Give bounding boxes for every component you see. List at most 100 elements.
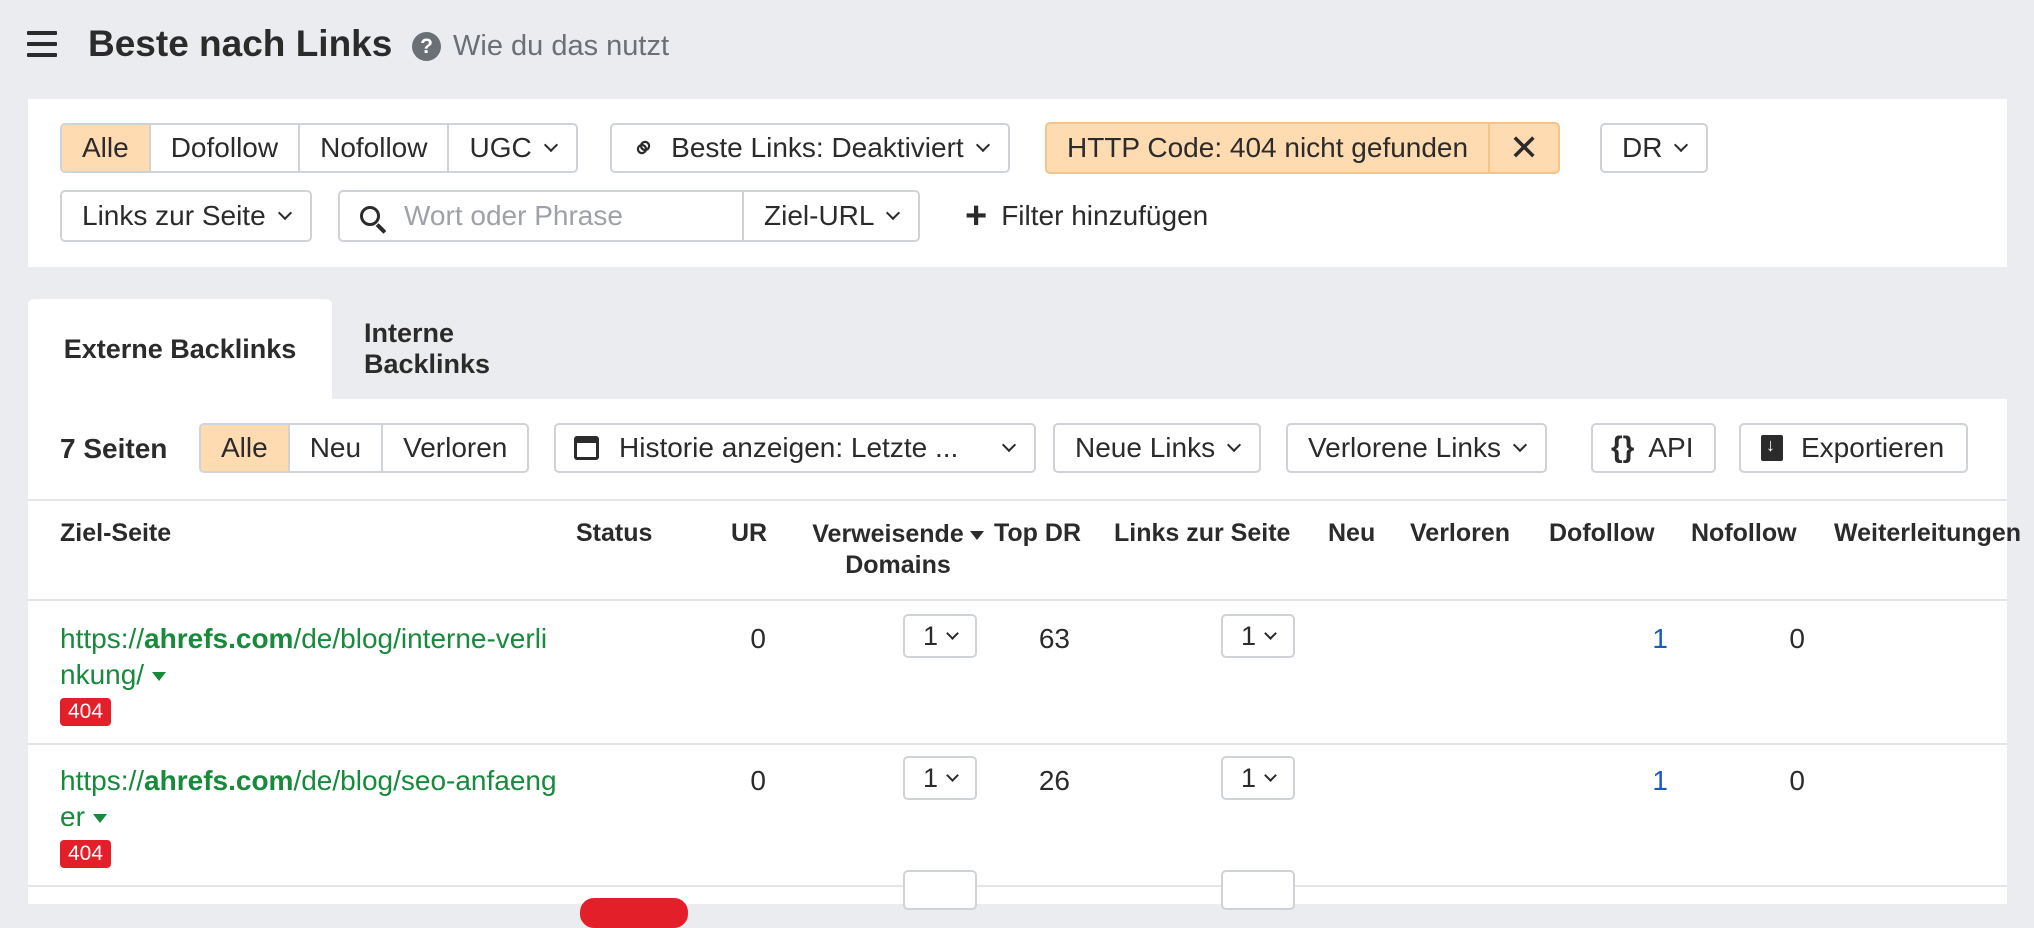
page-title: Beste nach Links	[88, 23, 393, 64]
sort-desc-icon	[969, 530, 984, 540]
links-to-page-dropdown[interactable]: Links zur Seite	[60, 190, 312, 242]
top-dr-value: 26	[1038, 765, 1070, 796]
url-domain: ahrefs.com	[144, 765, 294, 796]
new-links-label: Neue Links	[1075, 432, 1216, 463]
referring-domains-dropdown[interactable]: 1	[903, 614, 977, 658]
export-label: Exportieren	[1801, 432, 1945, 463]
link-type-all[interactable]: Alle	[62, 125, 151, 171]
links-to-page-value: 1	[1240, 620, 1257, 651]
add-filter-button[interactable]: + Filter hinzufügen	[965, 195, 1209, 237]
table-row: https://ahrefs.com/de/blog/seo-anfaenger…	[28, 743, 2007, 887]
caret-down-icon[interactable]	[92, 814, 107, 824]
tab-external-backlinks[interactable]: Externe Backlinks	[28, 299, 332, 399]
http-code-filter: HTTP Code: 404 nicht gefunden ✕	[1045, 122, 1561, 174]
ugc-label: UGC	[469, 132, 532, 163]
dr-label: DR	[1622, 132, 1663, 163]
url-prefix: https://	[60, 623, 145, 654]
scope-all[interactable]: Alle	[201, 425, 290, 471]
help-icon: ?	[412, 32, 441, 61]
top-dr-value: 63	[1038, 623, 1070, 654]
scope-segment: Alle Neu Verloren	[199, 423, 530, 473]
referring-domains-value: 1	[922, 620, 939, 651]
referring-domains-dropdown[interactable]: 1	[903, 756, 977, 800]
new-links-dropdown[interactable]: Neue Links	[1053, 423, 1262, 473]
links-to-page-dropdown[interactable]: 1	[1221, 756, 1295, 800]
chevron-down-icon	[1264, 769, 1277, 782]
chevron-down-icon	[1001, 437, 1017, 452]
col-links-to-page[interactable]: Links zur Seite	[1114, 519, 1290, 548]
results-toolbar: 7 Seiten Alle Neu Verloren Historie anze…	[28, 399, 2007, 501]
lost-links-label: Verlorene Links	[1308, 432, 1502, 463]
plus-icon: +	[965, 195, 988, 237]
help-label: Wie du das nutzt	[453, 30, 669, 62]
link-type-segment: Alle Dofollow Nofollow UGC	[60, 123, 578, 173]
history-label: Historie anzeigen: Letzte ...	[619, 432, 959, 463]
link-type-nofollow[interactable]: Nofollow	[300, 125, 450, 171]
page-header: Beste nach Links ? Wie du das nutzt	[0, 0, 2034, 90]
code-braces-icon: {}	[1611, 431, 1635, 464]
chevron-down-icon	[946, 627, 959, 640]
links-to-page-value: 1	[1240, 762, 1257, 793]
chevron-down-icon	[1264, 627, 1277, 640]
add-filter-label: Filter hinzufügen	[1001, 200, 1209, 231]
col-redirects[interactable]: Weiterleitungen	[1834, 519, 2021, 548]
page-count: 7 Seiten	[60, 433, 168, 464]
help-link[interactable]: ? Wie du das nutzt	[412, 30, 669, 63]
export-button[interactable]: Exportieren	[1739, 423, 1969, 473]
chevron-down-icon	[1512, 437, 1528, 452]
col-top-dr[interactable]: Top DR	[994, 519, 1081, 548]
api-button[interactable]: {} API	[1591, 423, 1716, 473]
col-target-page[interactable]: Ziel-Seite	[60, 519, 171, 548]
url-domain: ahrefs.com	[144, 623, 294, 654]
target-url-link[interactable]: https://ahrefs.com/de/blog/seo-anfaenger	[60, 763, 560, 835]
nofollow-value: 0	[1789, 765, 1805, 796]
lost-links-dropdown[interactable]: Verlorene Links	[1286, 423, 1548, 473]
target-url-dropdown[interactable]: Ziel-URL	[742, 190, 921, 242]
best-links-label: Beste Links: Deaktiviert	[671, 132, 964, 163]
link-type-ugc[interactable]: UGC	[449, 125, 575, 171]
dofollow-value[interactable]: 1	[1638, 623, 1668, 655]
links-to-page-dropdown-partial[interactable]	[1221, 870, 1295, 910]
http-code-label[interactable]: HTTP Code: 404 nicht gefunden	[1047, 124, 1491, 172]
scope-new[interactable]: Neu	[290, 425, 384, 471]
links-to-page-label: Links zur Seite	[82, 200, 266, 231]
col-new[interactable]: Neu	[1328, 519, 1375, 548]
dr-dropdown[interactable]: DR	[1600, 123, 1709, 173]
chevron-down-icon	[277, 205, 292, 220]
status-badge: 404	[60, 698, 112, 726]
col-dofollow[interactable]: Dofollow	[1549, 519, 1655, 548]
referring-domains-value: 1	[922, 762, 939, 793]
referring-domains-dropdown-partial[interactable]	[903, 870, 977, 910]
tab-internal-backlinks[interactable]: Interne Backlinks	[364, 299, 490, 399]
status-badge-partial	[580, 898, 688, 928]
dofollow-value[interactable]: 1	[1638, 765, 1668, 797]
chevron-down-icon	[946, 769, 959, 782]
status-badge: 404	[60, 840, 112, 868]
col-referring-domains[interactable]: Verweisende Domains	[798, 519, 998, 581]
search-icon	[360, 206, 380, 226]
backlinks-panel: 7 Seiten Alle Neu Verloren Historie anze…	[28, 399, 2021, 904]
target-url-label: Ziel-URL	[764, 200, 875, 231]
link-type-dofollow[interactable]: Dofollow	[151, 125, 301, 171]
col-lost[interactable]: Verloren	[1410, 519, 1510, 548]
col-nofollow[interactable]: Nofollow	[1691, 519, 1797, 548]
calendar-icon	[574, 436, 599, 460]
caret-down-icon[interactable]	[152, 672, 167, 682]
ur-value: 0	[750, 765, 766, 796]
best-links-dropdown[interactable]: ⚭ Beste Links: Deaktiviert	[610, 123, 1010, 173]
col-referring-domains-line1: Verweisende	[812, 520, 964, 548]
link-icon: ⚭	[624, 127, 666, 169]
api-label: API	[1648, 432, 1694, 463]
col-ur[interactable]: UR	[731, 519, 767, 548]
target-url-link[interactable]: https://ahrefs.com/de/blog/interne-verli…	[60, 621, 560, 693]
history-dropdown[interactable]: Historie anzeigen: Letzte ...	[554, 423, 1036, 473]
url-prefix: https://	[60, 765, 145, 796]
search-input[interactable]	[402, 199, 726, 233]
col-status[interactable]: Status	[576, 519, 652, 548]
close-icon[interactable]: ✕	[1490, 124, 1558, 172]
scope-lost[interactable]: Verloren	[383, 425, 527, 471]
ur-value: 0	[750, 623, 766, 654]
links-to-page-dropdown[interactable]: 1	[1221, 614, 1295, 658]
download-icon	[1761, 435, 1783, 461]
menu-icon[interactable]	[27, 31, 57, 57]
